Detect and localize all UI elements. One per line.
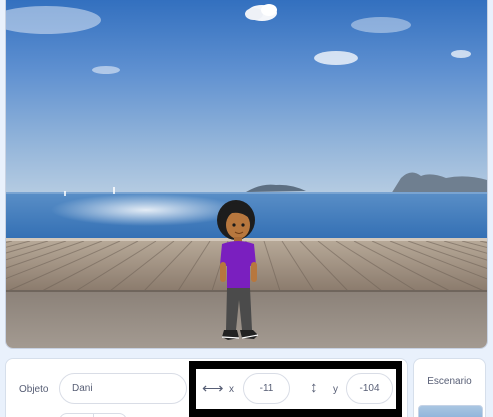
stage[interactable]	[5, 0, 488, 349]
x-label: x	[229, 384, 234, 395]
toggle-divider	[93, 413, 94, 417]
stage-backdrop	[6, 0, 487, 348]
stage-selector-panel[interactable]: Escenario	[413, 358, 486, 417]
stage-selector-title: Escenario	[427, 376, 472, 387]
y-label: y	[333, 384, 338, 395]
coordinates-group: ⟷ x ↕ y	[196, 369, 396, 409]
sprite-name-input[interactable]	[59, 373, 187, 404]
sprite-name-label: Objeto	[19, 384, 49, 395]
y-position-input[interactable]	[346, 373, 393, 404]
x-position-input[interactable]	[243, 373, 290, 404]
horizontal-arrows-icon: ⟷	[202, 380, 224, 397]
backdrop-thumbnail[interactable]	[418, 405, 483, 417]
scratch-editor: Objeto ⟷ x ↕ y Escenario	[0, 0, 493, 417]
vertical-arrows-icon: ↕	[310, 379, 318, 396]
sprite-info-panel: Objeto ⟷ x ↕ y	[5, 358, 408, 417]
